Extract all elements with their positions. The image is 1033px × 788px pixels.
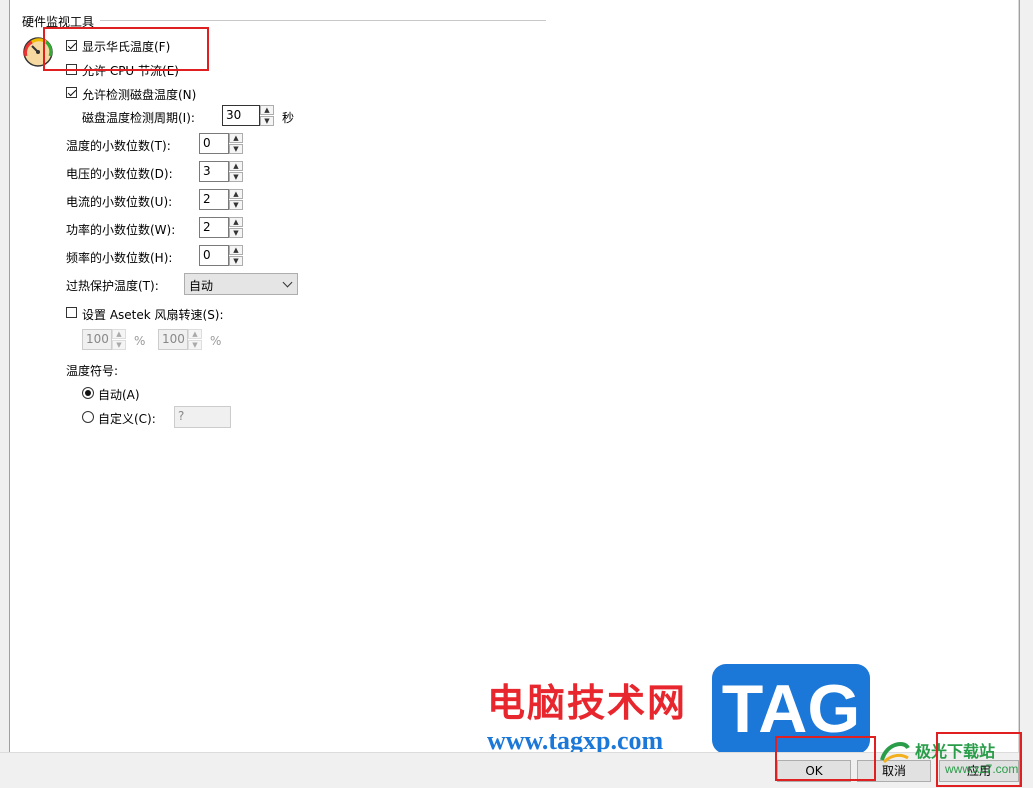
spin-up-icon[interactable]: ▲ (229, 133, 243, 143)
spin-down-icon[interactable]: ▼ (229, 256, 243, 266)
window-left-edge (0, 0, 10, 752)
spin-down-icon: ▼ (188, 340, 202, 350)
temp-symbol-auto-label[interactable]: 自动(A) (98, 386, 140, 403)
spin-down-icon[interactable]: ▼ (229, 144, 243, 154)
spin-up-icon: ▲ (188, 329, 202, 339)
temp-symbol-custom-radio[interactable] (82, 411, 94, 423)
decimal-input[interactable]: 0 (199, 133, 229, 154)
spin-down-icon[interactable]: ▼ (260, 116, 274, 126)
spin-down-icon[interactable]: ▼ (229, 228, 243, 238)
overheat-select[interactable]: 自动 (184, 273, 298, 295)
overheat-selected-value: 自动 (189, 279, 214, 293)
spin-up-icon[interactable]: ▲ (229, 189, 243, 199)
spin-down-icon[interactable]: ▼ (229, 172, 243, 182)
temp-symbol-label: 温度符号: (66, 364, 119, 378)
decimal-label: 频率的小数位数(H): (66, 251, 173, 265)
disk-period-unit: 秒 (282, 111, 295, 125)
highlight-box-apply (936, 732, 1022, 787)
spin-up-icon[interactable]: ▲ (229, 245, 243, 255)
spin-up-icon[interactable]: ▲ (260, 105, 274, 115)
highlight-box-fahrenheit (43, 27, 209, 71)
watermark-site-name: 电脑技术网 (487, 683, 688, 725)
asetek-label[interactable]: 设置 Asetek 风扇转速(S): (82, 306, 224, 323)
custom-symbol-input: ? (174, 406, 231, 428)
spin-down-icon: ▼ (112, 340, 126, 350)
highlight-box-ok (775, 736, 876, 781)
disk-period-label: 磁盘温度检测周期(I): (82, 111, 195, 125)
window-right-strip (1019, 0, 1033, 787)
disk-period-input[interactable]: 30 (222, 105, 260, 126)
allow-disk-temp-label[interactable]: 允许检测磁盘温度(N) (82, 86, 196, 103)
chevron-down-icon (282, 277, 293, 288)
decimal-label: 功率的小数位数(W): (66, 223, 176, 237)
spin-up-icon[interactable]: ▲ (229, 161, 243, 171)
asetek-speed-input-2: 100 (158, 329, 188, 350)
spin-up-icon[interactable]: ▲ (229, 217, 243, 227)
group-divider (100, 20, 546, 21)
decimal-input[interactable]: 0 (199, 245, 229, 266)
allow-disk-temp-checkbox[interactable] (66, 87, 77, 98)
decimal-input[interactable]: 2 (199, 217, 229, 238)
asetek-checkbox[interactable] (66, 307, 77, 318)
asetek-speed-input-1: 100 (82, 329, 112, 350)
brand-swirl-icon (880, 742, 910, 764)
overheat-label: 过热保护温度(T): (66, 279, 159, 293)
asetek-unit-1: % (134, 334, 146, 348)
asetek-unit-2: % (210, 334, 222, 348)
decimal-label: 电压的小数位数(D): (66, 167, 173, 181)
spin-down-icon[interactable]: ▼ (229, 200, 243, 210)
decimal-label: 温度的小数位数(T): (66, 139, 171, 153)
spin-up-icon: ▲ (112, 329, 126, 339)
temp-symbol-auto-radio[interactable] (82, 387, 94, 399)
decimal-input[interactable]: 3 (199, 161, 229, 182)
temp-symbol-custom-label[interactable]: 自定义(C): (98, 410, 156, 427)
decimal-input[interactable]: 2 (199, 189, 229, 210)
decimal-label: 电流的小数位数(U): (66, 195, 173, 209)
